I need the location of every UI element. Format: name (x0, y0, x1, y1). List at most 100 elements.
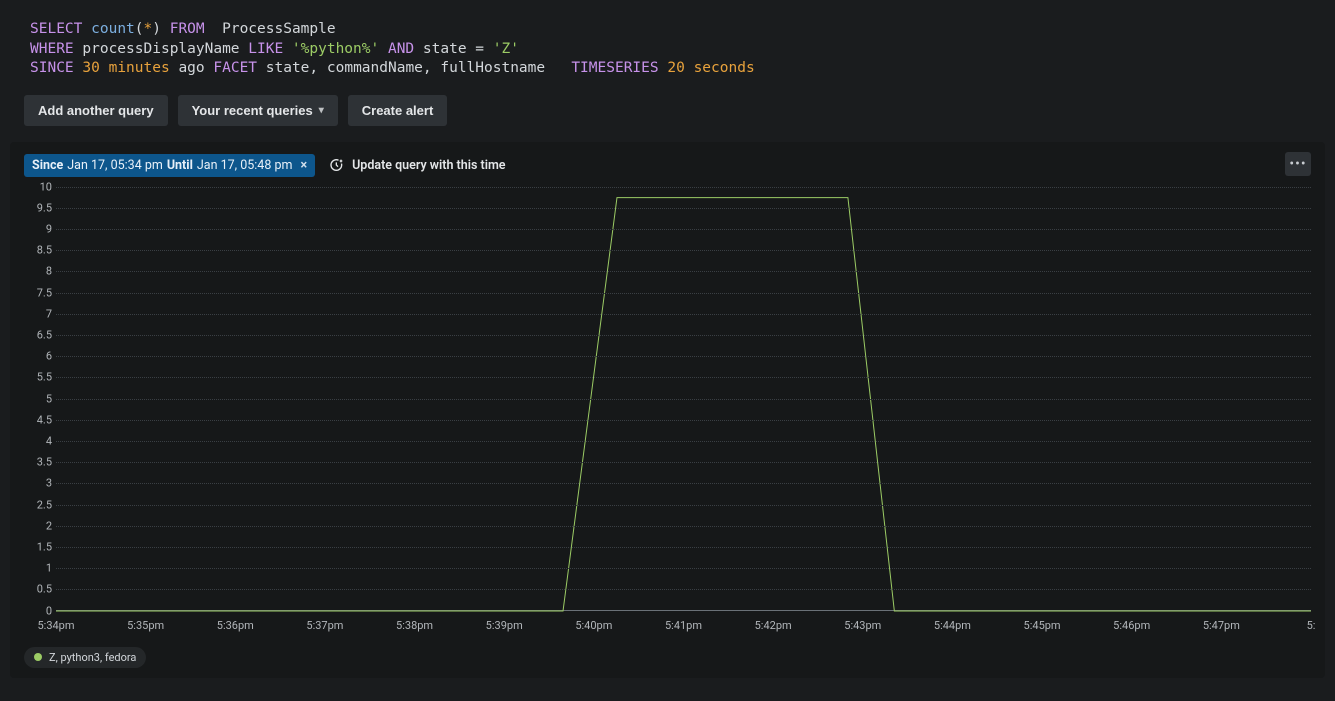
table-name: ProcessSample (222, 21, 336, 37)
str-python: '%python%' (292, 41, 379, 57)
create-alert-button[interactable]: Create alert (348, 95, 448, 126)
unit-ts: seconds (694, 60, 755, 76)
facet-fields: state, commandName, fullHostname (266, 60, 545, 76)
gridline (56, 187, 1311, 188)
kw-ago: ago (178, 60, 204, 76)
gridline (56, 377, 1311, 378)
x-tick: 5:37pm (306, 619, 343, 632)
gridline (56, 293, 1311, 294)
chart-area[interactable]: 00.511.522.533.544.555.566.577.588.599.5… (30, 187, 1311, 635)
x-tick: 5: (1307, 619, 1316, 632)
y-tick: 10 (40, 180, 52, 193)
update-query-time-button[interactable]: Update query with this time (329, 157, 505, 173)
clock-plus-icon (329, 157, 345, 173)
y-tick: 2 (46, 519, 52, 532)
gridline (56, 399, 1311, 400)
y-tick: 2.5 (37, 498, 52, 511)
x-axis: 5:34pm5:35pm5:36pm5:37pm5:38pm5:39pm5:40… (56, 615, 1311, 635)
gridline (56, 271, 1311, 272)
kw-timeseries: TIMESERIES (571, 60, 658, 76)
field-processDisplayName: processDisplayName (82, 41, 239, 57)
recent-queries-label: Your recent queries (192, 103, 313, 118)
gridline (56, 547, 1311, 548)
gridline (56, 441, 1311, 442)
kw-from: FROM (170, 21, 205, 37)
legend-item[interactable]: Z, python3, fedora (24, 647, 146, 668)
y-tick: 0 (46, 604, 52, 617)
kw-since: SINCE (30, 60, 74, 76)
y-tick: 4.5 (37, 413, 52, 426)
gridline (56, 335, 1311, 336)
gridline (56, 250, 1311, 251)
field-state: state (423, 41, 467, 57)
recent-queries-button[interactable]: Your recent queries ▾ (178, 95, 338, 126)
update-time-label: Update query with this time (352, 158, 505, 173)
x-tick: 5:47pm (1203, 619, 1240, 632)
add-query-label: Add another query (38, 103, 154, 118)
query-editor[interactable]: SELECT count(*) FROM ProcessSample WHERE… (0, 0, 1335, 95)
x-tick: 5:36pm (217, 619, 254, 632)
x-tick: 5:38pm (396, 619, 433, 632)
num-ts: 20 (667, 60, 684, 76)
kw-select: SELECT (30, 21, 82, 37)
plot-area (56, 187, 1311, 611)
star: * (144, 21, 153, 37)
chart-menu-button[interactable]: ••• (1285, 152, 1311, 176)
gridline (56, 505, 1311, 506)
x-tick: 5:44pm (934, 619, 971, 632)
chart-panel: Since Jan 17, 05:34 pm Until Jan 17, 05:… (10, 142, 1325, 678)
since-value: Jan 17, 05:34 pm (67, 158, 163, 173)
x-tick: 5:41pm (665, 619, 702, 632)
y-tick: 7 (46, 307, 52, 320)
legend-label: Z, python3, fedora (49, 651, 136, 664)
until-value: Jan 17, 05:48 pm (197, 158, 293, 173)
y-tick: 5.5 (37, 371, 52, 384)
x-tick: 5:35pm (127, 619, 164, 632)
time-range-pill[interactable]: Since Jan 17, 05:34 pm Until Jan 17, 05:… (24, 154, 315, 177)
x-tick: 5:39pm (486, 619, 523, 632)
until-label: Until (167, 158, 193, 173)
add-another-query-button[interactable]: Add another query (24, 95, 168, 126)
y-tick: 1.5 (37, 541, 52, 554)
series-line (56, 197, 1311, 610)
create-alert-label: Create alert (362, 103, 434, 118)
query-toolbar: Add another query Your recent queries ▾ … (0, 95, 1335, 142)
fn-count: count (91, 21, 135, 37)
since-label: Since (32, 158, 63, 173)
gridline (56, 229, 1311, 230)
y-axis: 00.511.522.533.544.555.566.577.588.599.5… (30, 187, 56, 611)
kw-where: WHERE (30, 41, 74, 57)
kw-like: LIKE (248, 41, 283, 57)
gridline (56, 568, 1311, 569)
y-tick: 1 (46, 562, 52, 575)
x-tick: 5:42pm (755, 619, 792, 632)
y-tick: 8 (46, 265, 52, 278)
chart-header: Since Jan 17, 05:34 pm Until Jan 17, 05:… (24, 154, 1311, 177)
ellipsis-icon: ••• (1289, 156, 1306, 172)
num-since: 30 (82, 60, 99, 76)
y-tick: 8.5 (37, 244, 52, 257)
x-tick: 5:40pm (575, 619, 612, 632)
x-tick: 5:34pm (37, 619, 74, 632)
gridline (56, 462, 1311, 463)
x-tick: 5:46pm (1113, 619, 1150, 632)
unit-since: minutes (109, 60, 170, 76)
y-tick: 7.5 (37, 286, 52, 299)
y-tick: 6 (46, 350, 52, 363)
y-tick: 4 (46, 435, 52, 448)
gridline (56, 589, 1311, 590)
y-tick: 3.5 (37, 456, 52, 469)
y-tick: 6.5 (37, 329, 52, 342)
x-tick: 5:45pm (1024, 619, 1061, 632)
gridline (56, 356, 1311, 357)
op-eq: = (475, 41, 484, 57)
y-tick: 3 (46, 477, 52, 490)
y-tick: 5 (46, 392, 52, 405)
legend-color-dot (34, 653, 42, 661)
str-z: 'Z' (493, 41, 519, 57)
y-tick: 0.5 (37, 583, 52, 596)
gridline (56, 208, 1311, 209)
kw-facet: FACET (213, 60, 257, 76)
kw-and: AND (388, 41, 414, 57)
close-icon[interactable]: × (300, 158, 307, 173)
